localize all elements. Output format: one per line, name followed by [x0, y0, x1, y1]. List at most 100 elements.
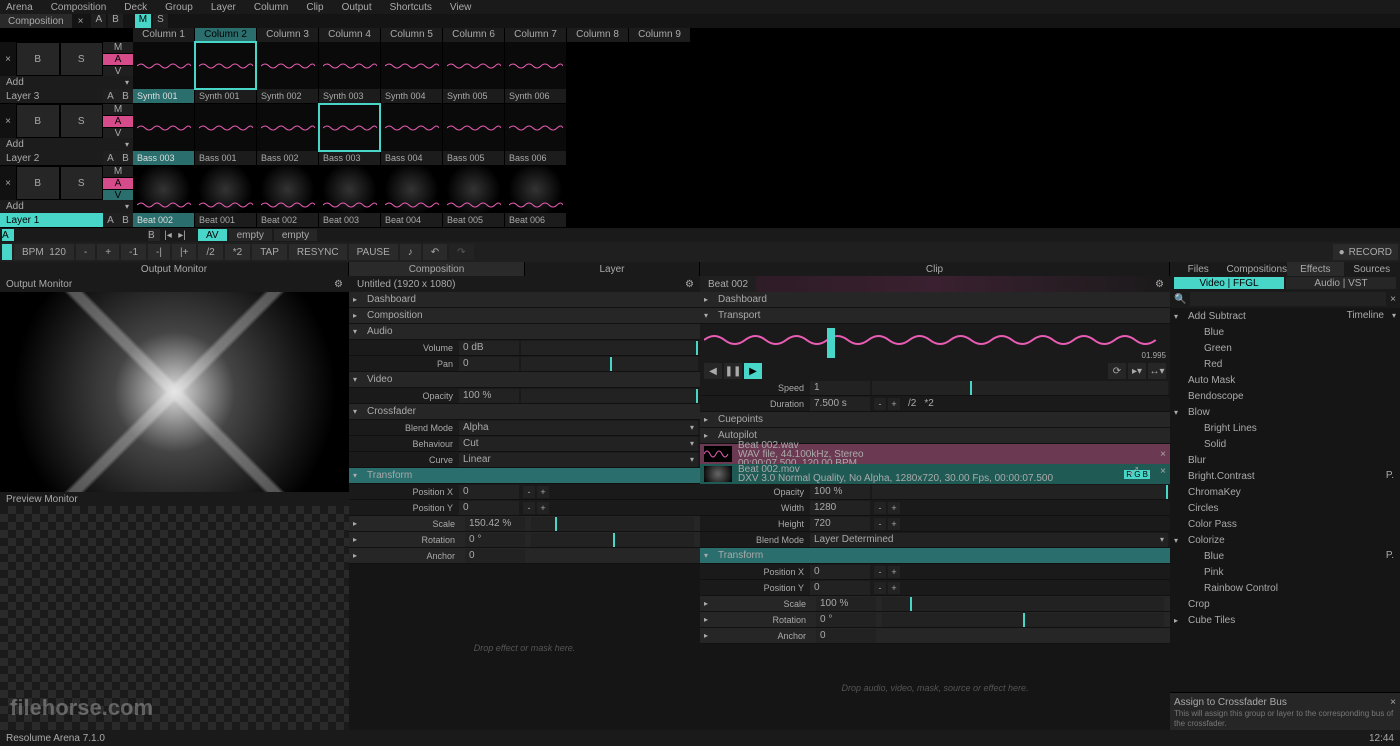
effect-item[interactable]: Auto Mask [1170, 372, 1400, 388]
layer-a-button[interactable]: A [103, 178, 133, 190]
deck-s-button[interactable]: S [153, 14, 168, 28]
comp-composition-section[interactable]: ▸Composition [349, 308, 700, 324]
menu-deck[interactable]: Deck [124, 2, 147, 13]
close-composition-button[interactable]: × [72, 16, 90, 27]
menu-column[interactable]: Column [254, 2, 288, 13]
speed-slider[interactable] [872, 381, 1168, 395]
clip-scale-section[interactable]: ▸Scale100 % [700, 596, 1170, 612]
clip-cell[interactable]: Synth 006 [505, 42, 567, 103]
bpm-resync[interactable]: RESYNC [289, 244, 347, 260]
layer-bypass-button[interactable]: B [16, 104, 60, 138]
bpm-plus[interactable]: + [97, 244, 119, 260]
duration-double[interactable]: *2 [920, 398, 937, 409]
posy-pm[interactable]: -+ [523, 502, 549, 514]
clip-posy-pm[interactable]: -+ [874, 582, 900, 594]
layer-ab-b[interactable]: B [118, 89, 133, 103]
transport-timeline-dropdown[interactable]: Timeline [1347, 310, 1384, 321]
clip-anchor-section[interactable]: ▸Anchor0 [700, 628, 1170, 644]
posy-value[interactable]: 0 [459, 501, 519, 515]
assign-close-icon[interactable]: × [1390, 697, 1396, 708]
clip-cell[interactable]: Bass 003 [319, 104, 381, 165]
layer-a-button[interactable]: A [103, 116, 133, 128]
bpm-pause[interactable]: PAUSE [349, 244, 398, 260]
layer-bypass-button[interactable]: B [16, 166, 60, 200]
deck-b-button[interactable]: B [108, 14, 123, 28]
clip-title[interactable]: Beat 002 [700, 276, 756, 292]
duration-pm[interactable]: -+ [874, 398, 900, 410]
clip-cell[interactable]: Beat 001 [195, 166, 257, 227]
effect-item[interactable]: Blur [1170, 452, 1400, 468]
output-gear-icon[interactable]: ⚙ [334, 279, 343, 290]
empty-pill-1[interactable]: empty [229, 229, 272, 241]
clip-cell[interactable]: Bass 005 [443, 104, 505, 165]
effect-item[interactable]: Solid [1170, 436, 1400, 452]
clip-cell[interactable]: Synth 002 [257, 42, 319, 103]
comp-dashboard-section[interactable]: ▸Dashboard [349, 292, 700, 308]
layer-add-dropdown[interactable]: Add [0, 76, 133, 89]
files-tab[interactable]: Files [1170, 262, 1226, 276]
effect-item[interactable]: ChromaKey [1170, 484, 1400, 500]
clip-width-value[interactable]: 1280 [810, 501, 870, 515]
sources-tab[interactable]: Sources [1344, 262, 1400, 276]
layer-close-icon[interactable]: × [0, 104, 16, 138]
av-pill[interactable]: AV [198, 229, 227, 241]
anchor-value[interactable]: 0 [465, 549, 525, 563]
compositions-tab[interactable]: Compositions [1226, 262, 1287, 276]
layer-add-dropdown[interactable]: Add [0, 138, 133, 151]
layer-solo-button[interactable]: S [60, 166, 104, 200]
clip-height-value[interactable]: 720 [810, 517, 870, 531]
bpm-double[interactable]: *2 [225, 244, 250, 260]
loop-button[interactable]: ⟳ [1108, 363, 1126, 379]
column-2[interactable]: Column 2 [195, 28, 257, 42]
deck-m-button[interactable]: M [135, 14, 151, 28]
beatloop-button[interactable]: ↔▾ [1148, 363, 1166, 379]
layer-bypass-button[interactable]: B [16, 42, 60, 76]
deck-a-button[interactable]: A [91, 14, 106, 28]
layer-tab-panel[interactable]: Layer [525, 262, 700, 276]
comp-gear-icon[interactable]: ⚙ [685, 279, 694, 290]
menu-arena[interactable]: Arena [6, 2, 33, 13]
layer-name[interactable]: Layer 1 [0, 213, 103, 227]
output-view[interactable] [0, 292, 349, 492]
clip-cell[interactable]: Beat 002 [257, 166, 319, 227]
layer-ab-a[interactable]: A [103, 151, 118, 165]
clip-rotation-section[interactable]: ▸Rotation0 ° [700, 612, 1170, 628]
duration-value[interactable]: 7.500 s [810, 397, 870, 411]
menu-clip[interactable]: Clip [306, 2, 323, 13]
clip-rotation-slider[interactable] [882, 613, 1164, 627]
effect-item[interactable]: Blue [1170, 548, 1400, 564]
layer-ab-a[interactable]: A [103, 89, 118, 103]
comp-crossfader-section[interactable]: ▾Crossfader [349, 404, 700, 420]
clip-gear-icon[interactable]: ⚙ [1155, 279, 1164, 290]
layer-m-button[interactable]: M [103, 42, 133, 54]
volume-slider[interactable] [521, 341, 698, 355]
effect-item[interactable]: Color Pass [1170, 516, 1400, 532]
effect-item[interactable]: Pink [1170, 564, 1400, 580]
clip-cell[interactable]: Beat 006 [505, 166, 567, 227]
clip-cell[interactable]: Bass 004 [381, 104, 443, 165]
undo-button[interactable]: ↶ [423, 244, 447, 260]
clip-rotation-value[interactable]: 0 ° [816, 613, 876, 627]
layer-m-button[interactable]: M [103, 166, 133, 178]
opacity-value[interactable]: 100 % [459, 389, 519, 403]
play-reverse-button[interactable]: ◀ [704, 363, 722, 379]
layer-name[interactable]: Layer 3 [0, 89, 103, 103]
clip-cell[interactable]: Synth 001 [133, 42, 195, 103]
effects-search-input[interactable] [1190, 292, 1386, 306]
behaviour-dropdown[interactable]: Cut [459, 437, 698, 451]
metronome-icon[interactable]: ♪ [400, 244, 421, 260]
pan-value[interactable]: 0 [459, 357, 519, 371]
clip-blendmode-dropdown[interactable]: Layer Determined [810, 533, 1168, 547]
column-6[interactable]: Column 6 [443, 28, 505, 42]
opacity-slider[interactable] [521, 389, 698, 403]
video-close-icon[interactable]: × [1160, 466, 1166, 477]
xfade-b-button[interactable]: B [148, 229, 160, 241]
comp-anchor-section[interactable]: ▸Anchor0 [349, 548, 700, 564]
comp-rotation-section[interactable]: ▸Rotation0 ° [349, 532, 700, 548]
posx-pm[interactable]: -+ [523, 486, 549, 498]
transform-p-icon[interactable]: P. [1386, 470, 1394, 481]
clip-opacity-slider[interactable] [872, 485, 1168, 499]
composition-tab[interactable]: Composition [0, 14, 72, 28]
comp-video-section[interactable]: ▾Video [349, 372, 700, 388]
column-9[interactable]: Column 9 [629, 28, 691, 42]
